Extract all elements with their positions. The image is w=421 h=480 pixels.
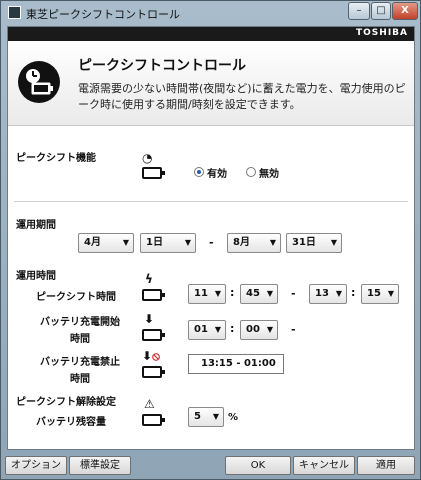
start-day-select[interactable]: 1日 ▼ bbox=[140, 233, 196, 253]
peak-start-hour-select[interactable]: 11 ▼ bbox=[188, 284, 226, 304]
client-area: TOSHIBA ピークシフトコントロール 電源需要の少ない時間帯(夜間など)に蓄… bbox=[7, 26, 415, 450]
operation-time-label: 運用時間 bbox=[16, 271, 56, 282]
battery-remaining-value: 5 bbox=[194, 411, 201, 422]
lightning-icon: ϟ bbox=[145, 272, 153, 286]
battery-icon bbox=[142, 289, 165, 301]
window-title: 東芝ピークシフトコントロール bbox=[26, 8, 180, 21]
start-month-value: 4月 bbox=[84, 237, 101, 248]
peak-start-min-value: 45 bbox=[246, 288, 260, 299]
close-button[interactable]: X bbox=[392, 2, 418, 20]
title-bar: 東芝ピークシフトコントロール – □ X bbox=[1, 1, 420, 26]
end-month-value: 8月 bbox=[233, 237, 250, 248]
charge-start-min-select[interactable]: 00 ▼ bbox=[240, 320, 278, 340]
chevron-down-icon: ▼ bbox=[266, 325, 273, 334]
battery-icon bbox=[142, 329, 165, 341]
brand-logo: TOSHIBA bbox=[356, 28, 408, 38]
peak-end-min-value: 15 bbox=[367, 288, 381, 299]
page-description: 電源需要の少ない時間帯(夜間など)に蓄えた電力を、電力使用のピーク時に使用する期… bbox=[78, 82, 406, 111]
peak-shift-release-label: ピークシフト解除設定 bbox=[16, 397, 116, 408]
time-colon: : bbox=[230, 322, 235, 335]
period-dash: - bbox=[209, 236, 214, 249]
chevron-down-icon: ▼ bbox=[214, 325, 221, 334]
chevron-down-icon: ▼ bbox=[266, 289, 273, 298]
time-colon: : bbox=[351, 286, 356, 299]
peak-shift-time-label: ピークシフト時間 bbox=[36, 292, 116, 303]
chevron-down-icon: ▼ bbox=[330, 238, 337, 247]
battery-icon bbox=[142, 366, 165, 378]
charge-stop-label: バッテリ充電禁止 bbox=[40, 357, 120, 368]
charge-start-label: バッテリ充電開始 bbox=[40, 317, 120, 328]
maximize-button[interactable]: □ bbox=[371, 2, 391, 20]
disabled-radio[interactable] bbox=[246, 167, 256, 177]
battery-icon bbox=[142, 414, 165, 426]
brand-bar: TOSHIBA bbox=[8, 27, 414, 41]
battery-remaining-select[interactable]: 5 ▼ bbox=[188, 407, 224, 427]
page-title: ピークシフトコントロール bbox=[78, 58, 246, 74]
peak-shift-clock-battery-icon bbox=[18, 61, 60, 103]
options-button[interactable]: オプション bbox=[5, 456, 67, 475]
header-panel: ピークシフトコントロール 電源需要の少ない時間帯(夜間など)に蓄えた電力を、電力… bbox=[8, 41, 414, 126]
chevron-down-icon: ▼ bbox=[214, 289, 221, 298]
chevron-down-icon: ▼ bbox=[335, 289, 342, 298]
chevron-down-icon: ▼ bbox=[212, 412, 219, 421]
minimize-button[interactable]: – bbox=[348, 2, 370, 20]
time-dash: - bbox=[291, 287, 296, 300]
cancel-button[interactable]: キャンセル bbox=[293, 456, 355, 475]
operation-period-label: 運用期間 bbox=[16, 220, 56, 231]
chevron-down-icon: ▼ bbox=[269, 238, 276, 247]
end-day-select[interactable]: 31日 ▼ bbox=[286, 233, 342, 253]
end-month-select[interactable]: 8月 ▼ bbox=[227, 233, 281, 253]
no-charge-icon: ⬇⦸ bbox=[142, 349, 160, 363]
time-dash: - bbox=[291, 323, 296, 336]
peak-end-min-select[interactable]: 15 ▼ bbox=[361, 284, 399, 304]
battery-icon bbox=[142, 167, 165, 179]
chevron-down-icon: ▼ bbox=[184, 238, 191, 247]
enabled-label[interactable]: 有効 bbox=[207, 165, 227, 180]
peak-end-hour-value: 13 bbox=[315, 288, 329, 299]
apply-button[interactable]: 適用 bbox=[357, 456, 415, 475]
ok-button[interactable]: OK bbox=[225, 456, 291, 475]
enabled-radio[interactable] bbox=[194, 167, 204, 177]
charge-stop-label-2: 時間 bbox=[70, 374, 90, 385]
app-icon bbox=[8, 6, 21, 19]
charge-start-hour-value: 01 bbox=[194, 324, 208, 335]
peak-start-min-select[interactable]: 45 ▼ bbox=[240, 284, 278, 304]
start-day-value: 1日 bbox=[146, 237, 163, 248]
clock-icon: ◔ bbox=[142, 151, 153, 165]
peak-end-hour-select[interactable]: 13 ▼ bbox=[309, 284, 347, 304]
arrow-down-icon: ⬇ bbox=[144, 312, 155, 326]
peak-shift-function-label: ピークシフト機能 bbox=[16, 153, 96, 164]
app-window: 東芝ピークシフトコントロール – □ X TOSHIBA ピークシフトコントロー… bbox=[0, 0, 421, 480]
charge-start-label-2: 時間 bbox=[70, 334, 90, 345]
start-month-select[interactable]: 4月 ▼ bbox=[78, 233, 134, 253]
percent-unit: % bbox=[228, 412, 239, 423]
watermark-text: 週刊アスキー bbox=[297, 430, 388, 449]
charge-start-min-value: 00 bbox=[246, 324, 260, 335]
charge-start-hour-select[interactable]: 01 ▼ bbox=[188, 320, 226, 340]
footer-bar: オプション 標準設定 OK キャンセル 適用 bbox=[1, 453, 420, 479]
time-colon: : bbox=[230, 286, 235, 299]
defaults-button[interactable]: 標準設定 bbox=[69, 456, 131, 475]
chevron-down-icon: ▼ bbox=[122, 238, 129, 247]
disabled-label[interactable]: 無効 bbox=[259, 165, 279, 180]
charge-stop-time-field: 13:15 - 01:00 bbox=[188, 354, 284, 374]
peak-start-hour-value: 11 bbox=[194, 288, 208, 299]
chevron-down-icon: ▼ bbox=[387, 289, 394, 298]
battery-remaining-label: バッテリ残容量 bbox=[36, 417, 106, 428]
warning-icon: ⚠ bbox=[144, 397, 155, 411]
end-day-value: 31日 bbox=[292, 237, 316, 248]
divider bbox=[14, 201, 408, 202]
